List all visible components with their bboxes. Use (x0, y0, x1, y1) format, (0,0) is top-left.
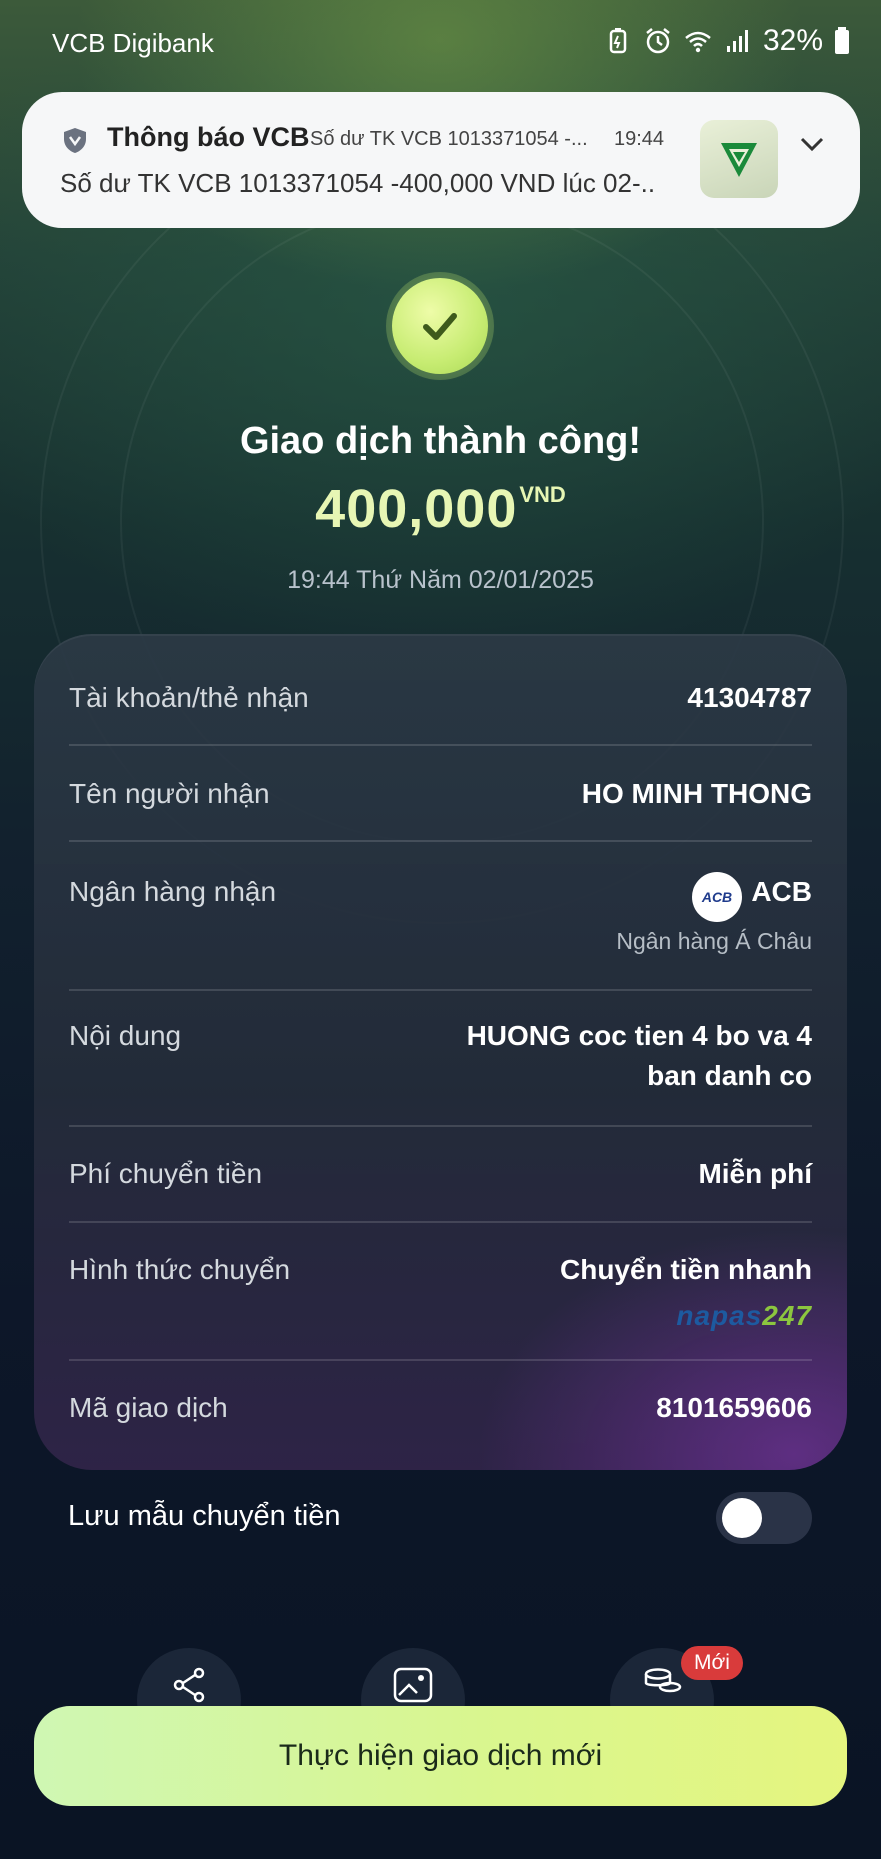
bank-label: Ngân hàng nhận (69, 876, 277, 907)
row-method: Hình thức chuyển Chuyển tiền nhanh napas… (69, 1254, 812, 1344)
content-label: Nội dung (69, 1020, 182, 1051)
notification-banner[interactable]: Thông báo VCB Số dư TK VCB 1013371054 -.… (22, 92, 860, 228)
recipient-value: HO MINH THONG (581, 778, 812, 809)
result-title: Giao dịch thành công! (239, 420, 642, 462)
method-value: Chuyển tiền nhanh (560, 1254, 812, 1285)
share-icon (173, 1667, 205, 1703)
notification-time: 19:44 (614, 128, 665, 150)
fee-value: Miễn phí (698, 1158, 812, 1189)
divider (69, 1125, 812, 1127)
divider (69, 840, 812, 842)
account-label: Tài khoản/thẻ nhận (69, 682, 309, 713)
coins-icon (644, 1668, 682, 1693)
amount-currency: VND (519, 482, 566, 507)
notification-app-name: Thông báo VCB (107, 122, 310, 152)
status-bar: VCB Digibank 32% (0, 0, 881, 90)
transaction-details-card: Tài khoản/thẻ nhận 41304787 Tên người nh… (34, 634, 847, 1470)
save-template-label: Lưu mẫu chuyển tiền (68, 1500, 341, 1532)
content-line-1: HUONG coc tien 4 bo va 4 (466, 1020, 812, 1051)
status-icons: 32% (603, 24, 851, 58)
divider (69, 744, 812, 746)
new-badge: Mới (681, 1646, 743, 1680)
signal-icon (726, 30, 748, 52)
transaction-id-value: 8101659606 (656, 1392, 812, 1423)
battery-icon (835, 27, 849, 54)
recipient-label: Tên người nhận (69, 778, 270, 809)
toggle-knob (722, 1498, 762, 1538)
save-image-icon (393, 1667, 433, 1703)
notification-body: Số dư TK VCB 1013371054 -400,000 VND lúc… (60, 168, 656, 198)
new-transaction-button[interactable]: Thực hiện giao dịch mới (34, 1706, 847, 1806)
bank-full-name: Ngân hàng Á Châu (616, 928, 812, 954)
divider (69, 989, 812, 991)
transaction-id-label: Mã giao dịch (69, 1392, 228, 1423)
divider (69, 1359, 812, 1361)
status-app-name: VCB Digibank (52, 28, 214, 58)
account-value: 41304787 (687, 682, 812, 713)
alarm-icon (646, 28, 670, 54)
result-amount: 400,000VND (0, 478, 881, 540)
notification-subtitle: Số dư TK VCB 1013371054 -... (310, 128, 588, 150)
chevron-down-icon[interactable] (798, 134, 826, 154)
napas-logo: napas247 (676, 1300, 812, 1332)
fee-label: Phí chuyển tiền (69, 1158, 263, 1189)
method-label: Hình thức chuyển (69, 1254, 291, 1285)
napas-logo-text: napas (676, 1300, 763, 1331)
napas-logo-number: 247 (762, 1300, 812, 1331)
vcb-logo-icon (700, 120, 778, 198)
save-template-toggle[interactable] (716, 1492, 812, 1544)
acb-logo-icon: ACB (692, 872, 742, 922)
wifi-icon (685, 31, 711, 53)
result-datetime: 19:44 Thứ Năm 02/01/2025 (287, 566, 594, 594)
row-bank: Ngân hàng nhận ACB ACB Ngân hàng Á Châu (69, 872, 812, 966)
content-line-2: ban danh co (647, 1060, 812, 1091)
divider (69, 1221, 812, 1223)
amount-value: 400,000 (315, 479, 518, 539)
battery-percent: 32% (762, 24, 823, 57)
shield-icon (64, 128, 86, 153)
row-content: Nội dung HUONG coc tien 4 bo va 4 ban da… (69, 1020, 812, 1110)
success-check-icon (392, 278, 488, 374)
battery-saver-icon (609, 28, 627, 54)
bank-value: ACB (751, 876, 812, 907)
